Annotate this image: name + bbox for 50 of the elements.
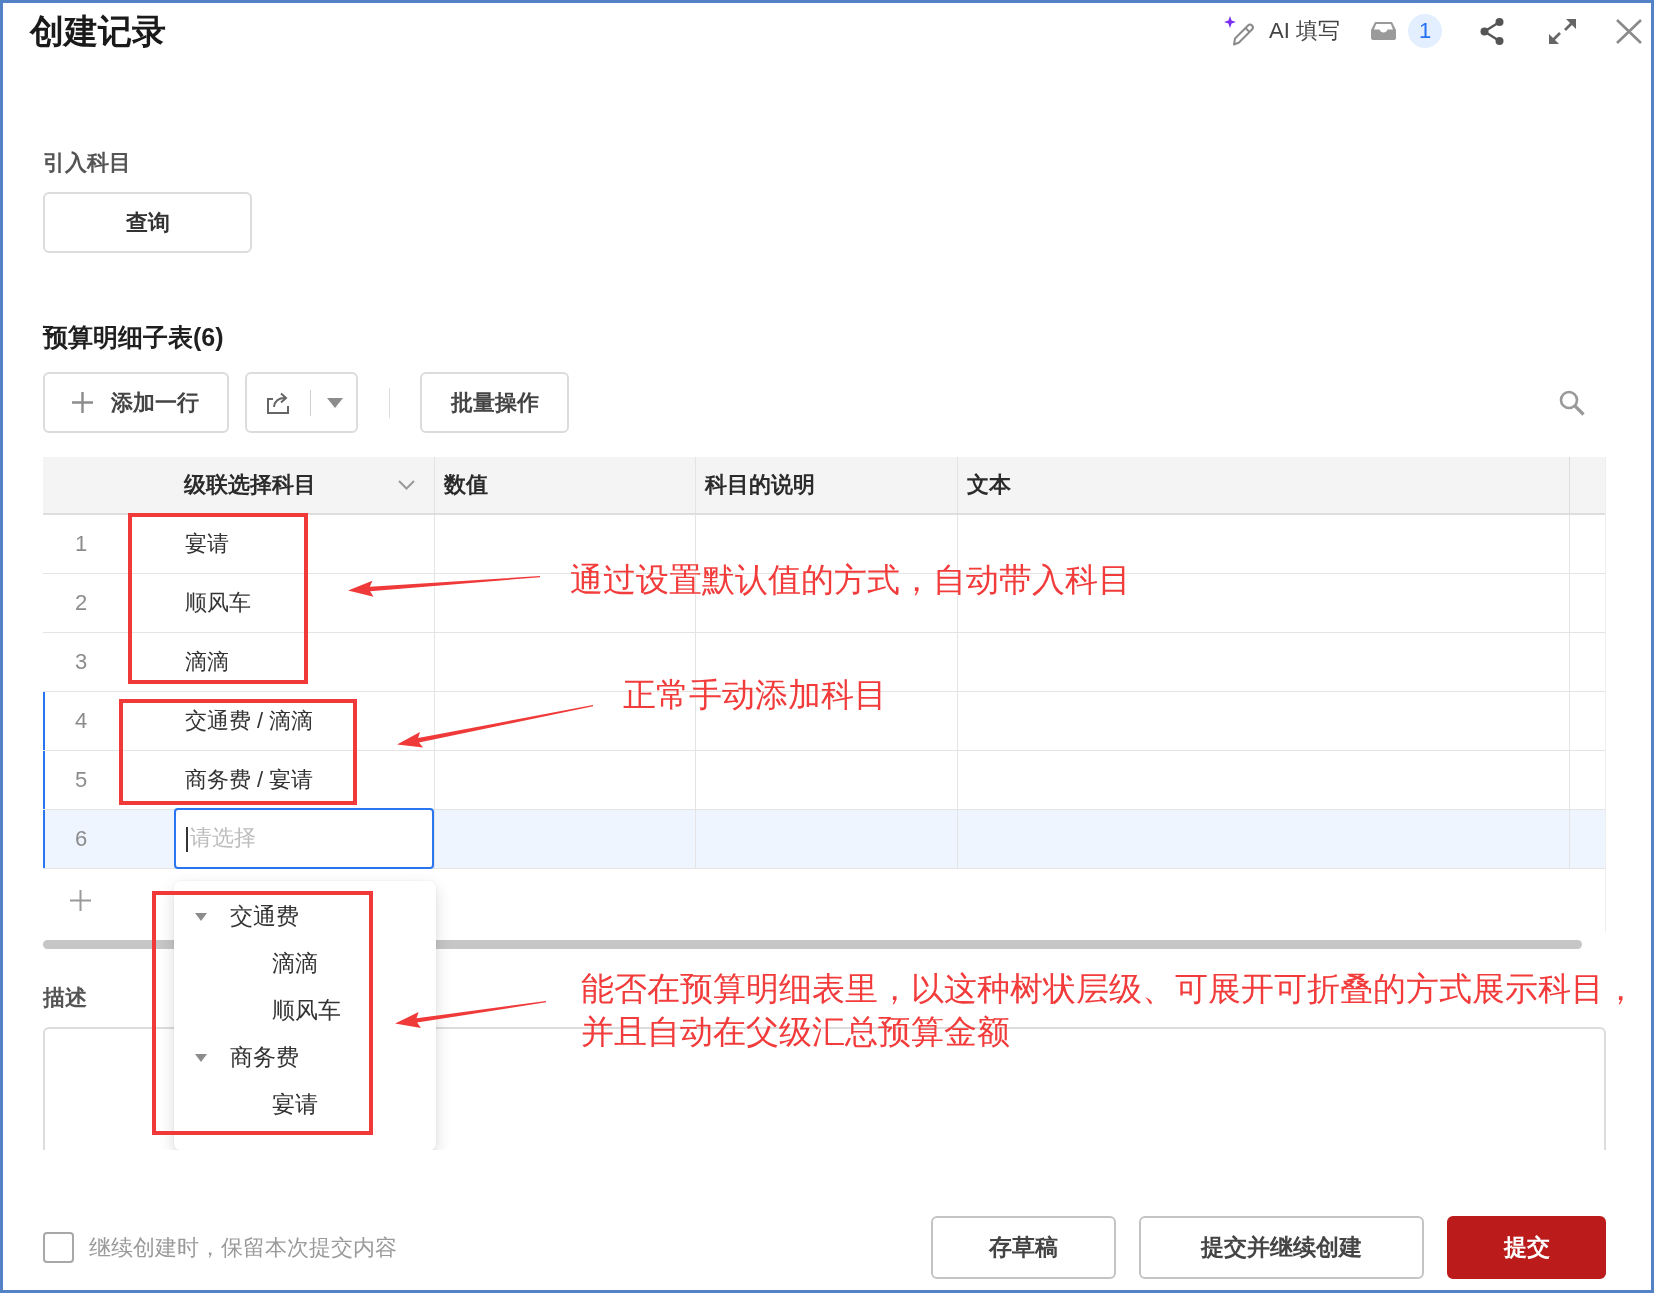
caret-icon[interactable] bbox=[195, 912, 207, 921]
submit-button[interactable]: 提交 bbox=[1447, 1216, 1606, 1279]
column-header: 文本 bbox=[967, 471, 1011, 500]
field-label: 描述 bbox=[43, 984, 87, 1012]
column-header: 科目的说明 bbox=[705, 471, 815, 500]
table-cell-text: 滴滴 bbox=[184, 648, 229, 677]
expand-icon[interactable] bbox=[1548, 17, 1577, 45]
close-icon[interactable] bbox=[1616, 18, 1642, 44]
action-button[interactable]: 存草稿 bbox=[931, 1216, 1116, 1279]
tree-item[interactable]: 商务费 bbox=[195, 1034, 299, 1081]
cascader-input[interactable]: 请选择 bbox=[174, 807, 434, 869]
action-button[interactable]: 提交并继续创建 bbox=[1139, 1216, 1424, 1279]
row-number: 3 bbox=[74, 648, 89, 677]
annotation-text: 正常手动添加科目 bbox=[623, 674, 887, 715]
scrollbar-thumb[interactable] bbox=[43, 940, 1582, 949]
tree-item[interactable]: 交通费 bbox=[195, 893, 299, 940]
checkbox[interactable] bbox=[43, 1232, 74, 1263]
export-icon bbox=[266, 391, 291, 414]
export-button[interactable] bbox=[245, 372, 358, 433]
dialog-title: 创建记录 bbox=[30, 10, 166, 52]
annotation-text: 通过设置默认值的方式，自动带入科目 bbox=[570, 559, 1131, 600]
table-cell-text: 顺风车 bbox=[184, 589, 251, 618]
caret-down-icon bbox=[327, 397, 343, 408]
column-header: 级联选择科目 bbox=[184, 471, 316, 500]
query-button[interactable]: 查询 bbox=[43, 192, 252, 253]
inbox-icon[interactable] bbox=[1371, 22, 1396, 40]
batch-operation-button[interactable]: 批量操作 bbox=[420, 372, 569, 433]
caret-icon[interactable] bbox=[195, 1053, 207, 1062]
plus-icon bbox=[72, 392, 93, 413]
table-cell-text: 宴请 bbox=[184, 530, 229, 559]
tree-item[interactable]: 滴滴 bbox=[272, 940, 318, 987]
ai-fill-button[interactable]: AI 填写 bbox=[1223, 16, 1340, 46]
share-icon[interactable] bbox=[1480, 17, 1504, 45]
column-header: 数值 bbox=[444, 471, 488, 500]
add-row-button[interactable]: 添加一行 bbox=[43, 372, 229, 433]
count-badge: 1 bbox=[1408, 14, 1442, 48]
row-number: 1 bbox=[74, 530, 89, 559]
annotation-text: 能否在预算明细表里，以这种树状层级、可展开可折叠的方式展示科目， 并且自动在父级汇总预算金额 bbox=[581, 968, 1637, 1052]
text-cursor bbox=[186, 827, 188, 852]
add-row-icon[interactable] bbox=[70, 890, 91, 911]
chevron-down-icon[interactable] bbox=[398, 480, 415, 490]
search-icon[interactable] bbox=[1559, 389, 1585, 416]
table-cell-text: 商务费 / 宴请 bbox=[184, 766, 314, 795]
tree-item[interactable]: 顺风车 bbox=[272, 987, 341, 1034]
field-label: 引入科目 bbox=[43, 149, 131, 177]
section-title: 预算明细子表(6) bbox=[43, 322, 224, 353]
row-number: 2 bbox=[74, 589, 89, 618]
sparkle-pencil-icon bbox=[1223, 16, 1255, 46]
tree-item[interactable]: 宴请 bbox=[272, 1081, 318, 1128]
table-cell-text: 交通费 / 滴滴 bbox=[184, 707, 314, 736]
